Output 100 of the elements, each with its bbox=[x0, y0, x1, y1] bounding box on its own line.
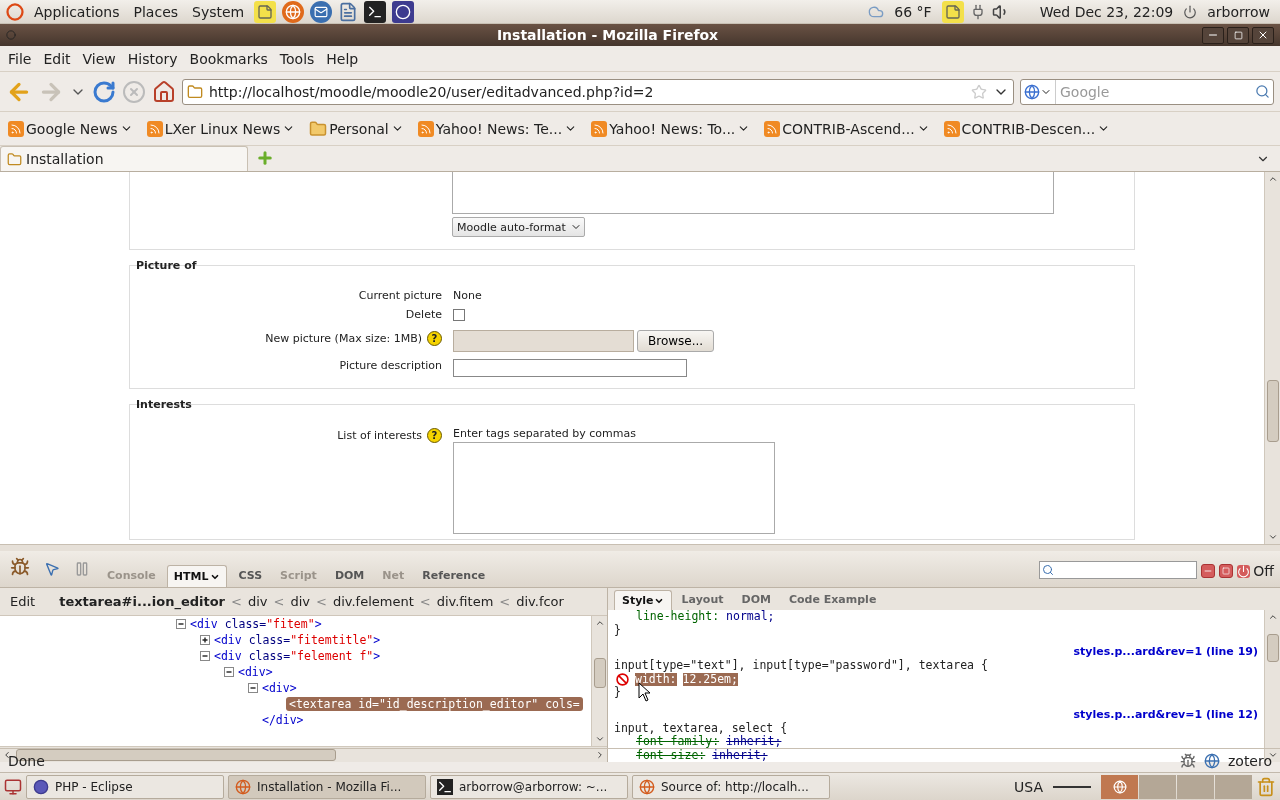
collapse-toggle[interactable] bbox=[224, 667, 234, 677]
browse-button[interactable]: Browse... bbox=[637, 330, 715, 352]
code-line[interactable]: <div> bbox=[238, 665, 273, 679]
scroll-up-icon[interactable] bbox=[1267, 612, 1278, 622]
code-line[interactable]: </div> bbox=[262, 713, 304, 727]
bookmark[interactable]: CONTRIB-Ascend... bbox=[760, 120, 934, 137]
scrollbar-thumb[interactable] bbox=[1266, 634, 1279, 662]
panel-tab[interactable]: Reference bbox=[415, 564, 493, 587]
code-line[interactable]: <div> bbox=[262, 681, 297, 695]
panel-tab[interactable]: HTML bbox=[166, 565, 228, 587]
star-icon[interactable] bbox=[971, 83, 987, 100]
desktop-icon[interactable] bbox=[4, 777, 22, 796]
taskbar-button[interactable]: arborrow@arborrow: ~... bbox=[430, 774, 628, 799]
scroll-down-icon[interactable] bbox=[1267, 532, 1278, 542]
minimize-button[interactable] bbox=[1202, 26, 1224, 44]
menu-item[interactable]: Edit bbox=[37, 50, 77, 67]
address-field[interactable]: http://localhost/moodle/moodle20/user/editadvanced.php?id=2 bbox=[182, 78, 1014, 105]
bookmark[interactable]: Yahoo! News: Te... bbox=[413, 120, 582, 137]
breadcrumb-item[interactable]: div bbox=[290, 594, 310, 609]
code-line[interactable]: <div class="fitemtitle"> bbox=[214, 633, 381, 647]
keyboard-layout[interactable]: USA bbox=[1014, 778, 1043, 795]
scroll-up-icon[interactable] bbox=[594, 618, 605, 628]
zotero-button[interactable]: zotero bbox=[1227, 752, 1272, 769]
search-box[interactable]: Google bbox=[1020, 78, 1274, 105]
code-line[interactable]: <div class="fitem"> bbox=[190, 617, 322, 631]
panel-tab[interactable]: Layout bbox=[673, 589, 732, 610]
taskbar-button[interactable]: Source of: http://localh... bbox=[632, 774, 830, 799]
collapse-toggle[interactable] bbox=[200, 651, 210, 661]
breadcrumb-item[interactable]: div.fcor bbox=[516, 594, 564, 609]
breadcrumb-item[interactable]: div.fitem bbox=[436, 594, 494, 609]
menu-item[interactable]: Help bbox=[320, 50, 365, 67]
file-field[interactable] bbox=[453, 330, 634, 352]
breadcrumb-item[interactable]: div bbox=[247, 594, 268, 609]
input-field[interactable] bbox=[453, 359, 687, 377]
edit-button[interactable]: Edit bbox=[10, 594, 36, 609]
panel-tab[interactable]: DOM bbox=[733, 589, 779, 610]
collapse-toggle[interactable] bbox=[176, 619, 186, 629]
menu-item[interactable]: Tools bbox=[273, 50, 321, 67]
source-link[interactable]: styles.p...ard&rev=1 (line 19) bbox=[1073, 645, 1258, 658]
bug-icon[interactable] bbox=[10, 557, 30, 577]
text-area[interactable] bbox=[452, 172, 1054, 214]
scrollbar-thumb[interactable] bbox=[593, 658, 606, 688]
user-name[interactable]: arborrow bbox=[1203, 3, 1274, 20]
format-select[interactable]: Moodle auto-format bbox=[452, 217, 585, 237]
help-icon[interactable]: ? bbox=[427, 331, 442, 346]
help-icon[interactable]: ? bbox=[427, 428, 442, 443]
search-icon[interactable] bbox=[1255, 84, 1270, 99]
home-icon[interactable] bbox=[152, 79, 176, 104]
bookmark[interactable]: CONTRIB-Descen... bbox=[939, 120, 1115, 137]
bug-icon[interactable] bbox=[1179, 752, 1196, 769]
trash-icon[interactable] bbox=[1256, 776, 1276, 797]
bookmark[interactable]: Yahoo! News: To... bbox=[587, 120, 755, 137]
menu-item[interactable]: Bookmarks bbox=[183, 50, 274, 67]
panel-menu[interactable]: System bbox=[188, 3, 249, 20]
logo-icon[interactable] bbox=[6, 2, 24, 21]
menu-item[interactable]: View bbox=[76, 50, 122, 67]
power-button[interactable]: Off bbox=[1237, 563, 1274, 579]
power-icon[interactable] bbox=[1183, 4, 1198, 19]
panel-tab[interactable]: Code Example bbox=[780, 589, 885, 610]
pause-icon[interactable] bbox=[74, 561, 90, 577]
property-name[interactable]: width: bbox=[635, 672, 677, 686]
new-tab-icon[interactable] bbox=[256, 149, 274, 167]
property-value[interactable]: 12.25em; bbox=[682, 672, 738, 686]
panel-tab[interactable]: DOM bbox=[327, 564, 372, 587]
menu-item[interactable]: History bbox=[121, 50, 184, 67]
expand-toggle[interactable] bbox=[200, 635, 210, 645]
panel-menu[interactable]: Applications bbox=[30, 3, 124, 20]
scrollbar-thumb[interactable] bbox=[1266, 380, 1279, 442]
pointer-icon[interactable] bbox=[44, 561, 60, 577]
close-button[interactable] bbox=[1252, 26, 1274, 44]
code-line[interactable]: <div class="felement f"> bbox=[214, 649, 381, 663]
checkbox[interactable] bbox=[453, 309, 465, 321]
scroll-right-icon[interactable] bbox=[595, 749, 605, 760]
minimize-button[interactable] bbox=[1201, 564, 1216, 578]
workspace[interactable] bbox=[1101, 774, 1138, 799]
text-area[interactable] bbox=[453, 442, 775, 534]
bookmark[interactable]: Google News bbox=[4, 120, 137, 137]
search-field[interactable] bbox=[1039, 561, 1198, 579]
scrollbar[interactable] bbox=[1264, 172, 1280, 544]
document-icon[interactable] bbox=[338, 1, 359, 22]
reload-icon[interactable] bbox=[92, 79, 116, 104]
menu-item[interactable]: File bbox=[2, 50, 38, 67]
collapse-toggle[interactable] bbox=[248, 683, 258, 693]
bookmark[interactable]: Personal bbox=[305, 119, 408, 138]
browser-tab[interactable]: Installation bbox=[0, 146, 248, 171]
maximize-button[interactable] bbox=[1227, 26, 1249, 44]
scroll-up-icon[interactable] bbox=[1267, 174, 1278, 184]
clock-text[interactable]: Wed Dec 23, 22:09 bbox=[1035, 3, 1178, 20]
taskbar-button[interactable]: Installation - Mozilla Fi... bbox=[228, 774, 426, 799]
weather-text[interactable]: 66 °F bbox=[890, 3, 936, 20]
panel-menu[interactable]: Places bbox=[129, 3, 183, 20]
panel-tab[interactable]: CSS bbox=[231, 564, 270, 587]
panel-tab[interactable]: Style bbox=[614, 590, 672, 610]
scrollbar[interactable] bbox=[591, 616, 607, 746]
bookmark[interactable]: LXer Linux News bbox=[142, 120, 300, 137]
source-link[interactable]: styles.p...ard&rev=1 (line 12) bbox=[1073, 707, 1258, 721]
breadcrumb-item[interactable]: div.felement bbox=[332, 594, 414, 609]
detach-button[interactable] bbox=[1219, 564, 1234, 578]
breadcrumb-item[interactable]: textarea#i...ion_editor bbox=[59, 594, 226, 609]
taskbar-button[interactable]: PHP - Eclipse bbox=[26, 774, 224, 799]
